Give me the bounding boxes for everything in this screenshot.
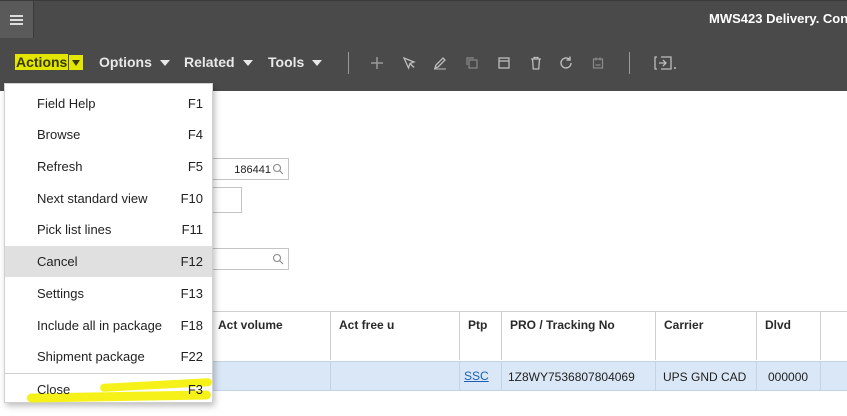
menu-item-shortcut: F18	[180, 318, 203, 333]
menu-item-settings[interactable]: Settings F13	[5, 278, 212, 309]
menu-item-label: Cancel	[37, 254, 78, 269]
exit-icon[interactable]	[652, 54, 678, 72]
menu-item-next-standard-view[interactable]: Next standard view F10	[5, 183, 212, 214]
refresh-icon[interactable]	[557, 54, 575, 72]
toolbar-divider	[348, 52, 349, 74]
menu-item-label: Include all in package	[37, 318, 163, 333]
search-icon[interactable]	[272, 163, 285, 176]
menu-item-shortcut: F4	[187, 127, 203, 142]
menu-item-pick-list-lines[interactable]: Pick list lines F11	[5, 214, 212, 245]
menu-item-label: Field Help	[37, 96, 96, 111]
menu-item-browse[interactable]: Browse F4	[5, 119, 212, 150]
menu-related-label: Related	[184, 54, 235, 70]
menu-tools-label: Tools	[268, 54, 305, 70]
menu-item-label: Refresh	[37, 159, 83, 174]
menu-item-label: Settings	[37, 286, 84, 301]
table-cell-carrier[interactable]: UPS GND CAD	[656, 361, 757, 391]
menu-item-shortcut: F10	[180, 191, 203, 206]
table-cell[interactable]	[331, 361, 460, 391]
order-number-field[interactable]: 186441	[210, 158, 289, 180]
order-number-value: 186441	[234, 164, 271, 176]
menu-item-label: Next standard view	[37, 191, 148, 206]
menu-item-shortcut: F5	[187, 159, 203, 174]
hamburger-icon	[10, 14, 23, 25]
display-icon[interactable]	[495, 54, 513, 72]
chevron-down-icon	[312, 60, 323, 67]
menu-item-refresh[interactable]: Refresh F5	[5, 151, 212, 182]
chevron-down-icon[interactable]	[69, 55, 83, 70]
menu-options[interactable]: Options	[99, 54, 170, 70]
table-cell[interactable]	[210, 361, 331, 391]
menu-item-shortcut: F13	[180, 286, 203, 301]
column-header-ptp[interactable]: Ptp	[460, 311, 502, 360]
chevron-down-icon	[159, 60, 170, 67]
menu-item-shortcut: F1	[187, 96, 203, 111]
table-cell[interactable]	[821, 361, 847, 391]
menu-actions[interactable]: Actions	[15, 54, 69, 70]
menu-item-close[interactable]: Close F3	[5, 374, 212, 405]
search-icon[interactable]	[272, 253, 285, 266]
menu-item-label: Browse	[37, 127, 81, 142]
toolbar-divider	[629, 52, 630, 74]
column-header-tracking-no[interactable]: PRO / Tracking No	[502, 311, 656, 360]
actions-dropdown-menu: Field Help F1 Browse F4 Refresh F5 Next …	[4, 83, 213, 403]
menu-actions-label: Actions	[15, 54, 69, 70]
delete-icon[interactable]	[527, 54, 545, 72]
cancel-icon[interactable]	[589, 54, 607, 72]
delivery-grid: Act volume Act free u Ptp PRO / Tracking…	[210, 311, 847, 392]
input-field[interactable]	[210, 187, 242, 213]
lookup-field[interactable]	[210, 248, 289, 270]
column-header-carrier[interactable]: Carrier	[656, 311, 757, 360]
menu-item-label: Shipment package	[37, 349, 145, 364]
ptp-link[interactable]: SSC	[464, 369, 489, 383]
chevron-down-icon	[242, 60, 253, 67]
hamburger-menu-button[interactable]	[0, 1, 34, 38]
table-cell-ptp[interactable]: SSC	[460, 361, 502, 391]
menu-related[interactable]: Related	[184, 54, 253, 70]
menu-item-label: Pick list lines	[37, 222, 112, 237]
edit-icon[interactable]	[431, 54, 449, 72]
menu-item-cancel[interactable]: Cancel F12	[5, 246, 212, 277]
window-title: MWS423 Delivery. Con	[709, 11, 847, 26]
menu-options-label: Options	[99, 54, 152, 70]
menu-tools[interactable]: Tools	[268, 54, 323, 70]
menu-item-include-all-in-package[interactable]: Include all in package F18	[5, 310, 212, 341]
add-icon[interactable]	[368, 54, 386, 72]
column-header-act-free-u[interactable]: Act free u	[331, 311, 460, 360]
menu-item-label: Close	[37, 382, 71, 397]
menu-item-shortcut: F12	[180, 254, 203, 269]
menu-item-shortcut: F11	[181, 222, 203, 237]
column-header-dlvd[interactable]: Dlvd	[757, 311, 821, 360]
table-cell-tracking[interactable]: 1Z8WY7536807804069	[502, 361, 656, 391]
column-header-act-volume[interactable]: Act volume	[210, 311, 331, 360]
title-bar: MWS423 Delivery. Con	[0, 0, 847, 38]
menu-item-shortcut: F3	[187, 382, 203, 397]
table-cell-dlvd[interactable]: 000000	[757, 361, 821, 391]
column-header-extra	[821, 311, 847, 360]
menu-item-shortcut: F22	[180, 349, 203, 364]
menu-item-shipment-package[interactable]: Shipment package F22	[5, 341, 212, 372]
copy-icon[interactable]	[463, 54, 481, 72]
menu-item-field-help[interactable]: Field Help F1	[5, 88, 212, 119]
cursor-icon[interactable]	[400, 54, 418, 72]
